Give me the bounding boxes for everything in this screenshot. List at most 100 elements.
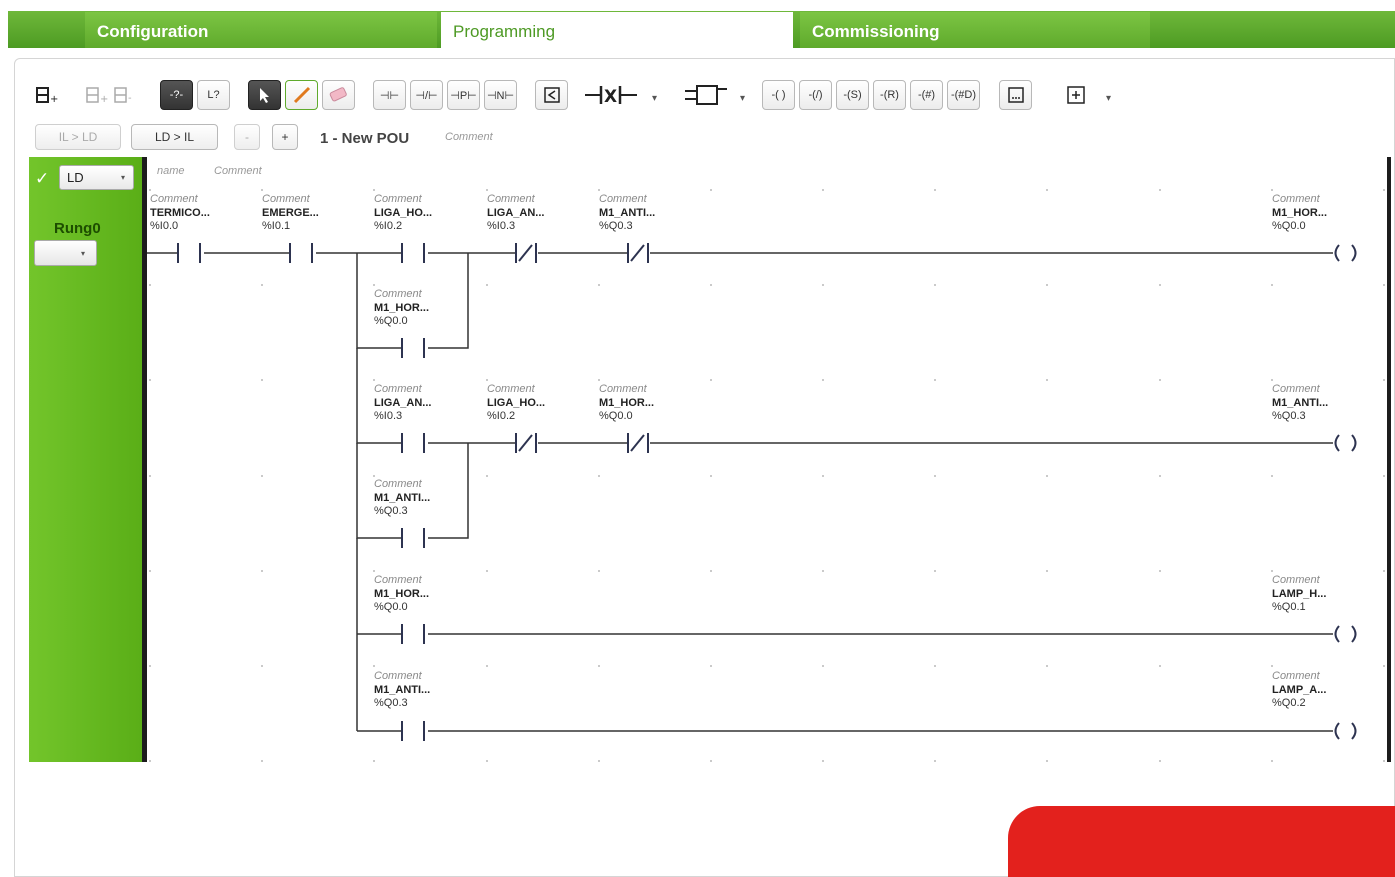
brand-logo-corner xyxy=(1008,806,1395,877)
grid-dot xyxy=(373,189,375,191)
grid-dot xyxy=(1159,665,1161,667)
grid-dot xyxy=(598,570,600,572)
element-label[interactable]: Comment M1_ANTI... %Q0.3 xyxy=(1272,383,1328,422)
grid-dot xyxy=(1271,189,1273,191)
element-label[interactable]: Comment EMERGE... %I0.1 xyxy=(262,193,319,232)
element-label[interactable]: Comment LAMP_A... %Q0.2 xyxy=(1272,670,1326,709)
grid-dot xyxy=(261,379,263,381)
coil-lamp-antihorario[interactable] xyxy=(1334,722,1357,740)
grid-dot xyxy=(149,570,151,572)
element-label[interactable]: Comment LIGA_AN... %I0.3 xyxy=(487,193,544,232)
grid-dot xyxy=(149,665,151,667)
grid-dot xyxy=(710,665,712,667)
contact-liga-antihorario[interactable] xyxy=(401,433,425,453)
grid-dot xyxy=(1271,570,1273,572)
coil-m1-antihorario[interactable] xyxy=(1334,434,1357,452)
grid-dot xyxy=(1046,760,1048,762)
grid-dot xyxy=(934,570,936,572)
element-label[interactable]: Comment LIGA_HO... %I0.2 xyxy=(487,383,545,422)
grid-dot xyxy=(934,379,936,381)
grid-dot xyxy=(934,760,936,762)
grid-dot xyxy=(486,665,488,667)
grid-dot xyxy=(822,284,824,286)
grid-dot xyxy=(261,570,263,572)
grid-dot xyxy=(1383,665,1385,667)
grid-dot xyxy=(1046,284,1048,286)
grid-dot xyxy=(1383,379,1385,381)
element-label[interactable]: Comment M1_HOR... %Q0.0 xyxy=(599,383,654,422)
grid-dot xyxy=(486,284,488,286)
grid-dot xyxy=(1046,665,1048,667)
element-label[interactable]: Comment M1_HOR... %Q0.0 xyxy=(374,288,429,327)
grid-dot xyxy=(373,379,375,381)
grid-dot xyxy=(1383,189,1385,191)
grid-dot xyxy=(1271,760,1273,762)
grid-dot xyxy=(822,665,824,667)
grid-dot xyxy=(486,379,488,381)
element-label[interactable]: Comment LIGA_AN... %I0.3 xyxy=(374,383,431,422)
grid-dot xyxy=(486,570,488,572)
grid-dot xyxy=(373,570,375,572)
contact-liga-horario[interactable] xyxy=(401,243,425,263)
grid-dot xyxy=(710,570,712,572)
grid-dot xyxy=(373,475,375,477)
grid-dot xyxy=(598,189,600,191)
grid-dot xyxy=(1271,665,1273,667)
grid-dot xyxy=(710,189,712,191)
grid-dot xyxy=(1159,189,1161,191)
element-label[interactable]: Comment M1_ANTI... %Q0.3 xyxy=(374,478,430,517)
element-label[interactable]: Comment M1_ANTI... %Q0.3 xyxy=(374,670,430,709)
grid-dots xyxy=(149,189,1385,762)
grid-dot xyxy=(261,284,263,286)
element-label[interactable]: Comment LAMP_H... %Q0.1 xyxy=(1272,574,1326,613)
contact-nc-m1-antihorario[interactable] xyxy=(627,243,649,263)
grid-dot xyxy=(1271,475,1273,477)
coil-m1-horario[interactable] xyxy=(1334,244,1357,262)
grid-dot xyxy=(1159,379,1161,381)
element-label[interactable]: Comment M1_HOR... %Q0.0 xyxy=(374,574,429,613)
grid-dot xyxy=(1046,189,1048,191)
grid-dot xyxy=(149,189,151,191)
grid-dot xyxy=(1383,475,1385,477)
grid-dot xyxy=(261,760,263,762)
grid-dot xyxy=(1383,284,1385,286)
grid-dot xyxy=(710,379,712,381)
grid-dot xyxy=(149,284,151,286)
contact-m1-horario-lamp[interactable] xyxy=(401,624,425,644)
grid-dot xyxy=(934,665,936,667)
grid-dot xyxy=(934,284,936,286)
grid-dot xyxy=(1046,379,1048,381)
contact-nc-m1-horario[interactable] xyxy=(627,433,649,453)
grid-dot xyxy=(822,570,824,572)
grid-dot xyxy=(1383,760,1385,762)
element-label[interactable]: Comment TERMICO... %I0.0 xyxy=(150,193,210,232)
coil-lamp-horario[interactable] xyxy=(1334,625,1357,643)
grid-dot xyxy=(1046,475,1048,477)
grid-dot xyxy=(261,189,263,191)
contact-nc-liga-antihorario[interactable] xyxy=(515,243,537,263)
grid-dot xyxy=(822,760,824,762)
grid-dot xyxy=(934,189,936,191)
grid-dot xyxy=(822,379,824,381)
contact-termico[interactable] xyxy=(177,243,201,263)
grid-dot xyxy=(1159,570,1161,572)
contact-m1-antihorario-lamp[interactable] xyxy=(401,721,425,741)
contact-nc-liga-horario[interactable] xyxy=(515,433,537,453)
grid-dot xyxy=(261,665,263,667)
grid-dot xyxy=(486,475,488,477)
grid-dot xyxy=(149,379,151,381)
grid-dot xyxy=(1271,379,1273,381)
grid-dot xyxy=(1046,570,1048,572)
contact-m1-antihorario-seal[interactable] xyxy=(401,528,425,548)
grid-dot xyxy=(934,475,936,477)
grid-dot xyxy=(486,189,488,191)
contact-m1-horario-seal[interactable] xyxy=(401,338,425,358)
contact-emergencia[interactable] xyxy=(289,243,313,263)
element-label[interactable]: Comment M1_ANTI... %Q0.3 xyxy=(599,193,655,232)
grid-dot xyxy=(1159,760,1161,762)
grid-dot xyxy=(598,379,600,381)
grid-dot xyxy=(149,760,151,762)
ladder-diagram xyxy=(147,189,1385,762)
element-label[interactable]: Comment LIGA_HO... %I0.2 xyxy=(374,193,432,232)
element-label[interactable]: Comment M1_HOR... %Q0.0 xyxy=(1272,193,1327,232)
